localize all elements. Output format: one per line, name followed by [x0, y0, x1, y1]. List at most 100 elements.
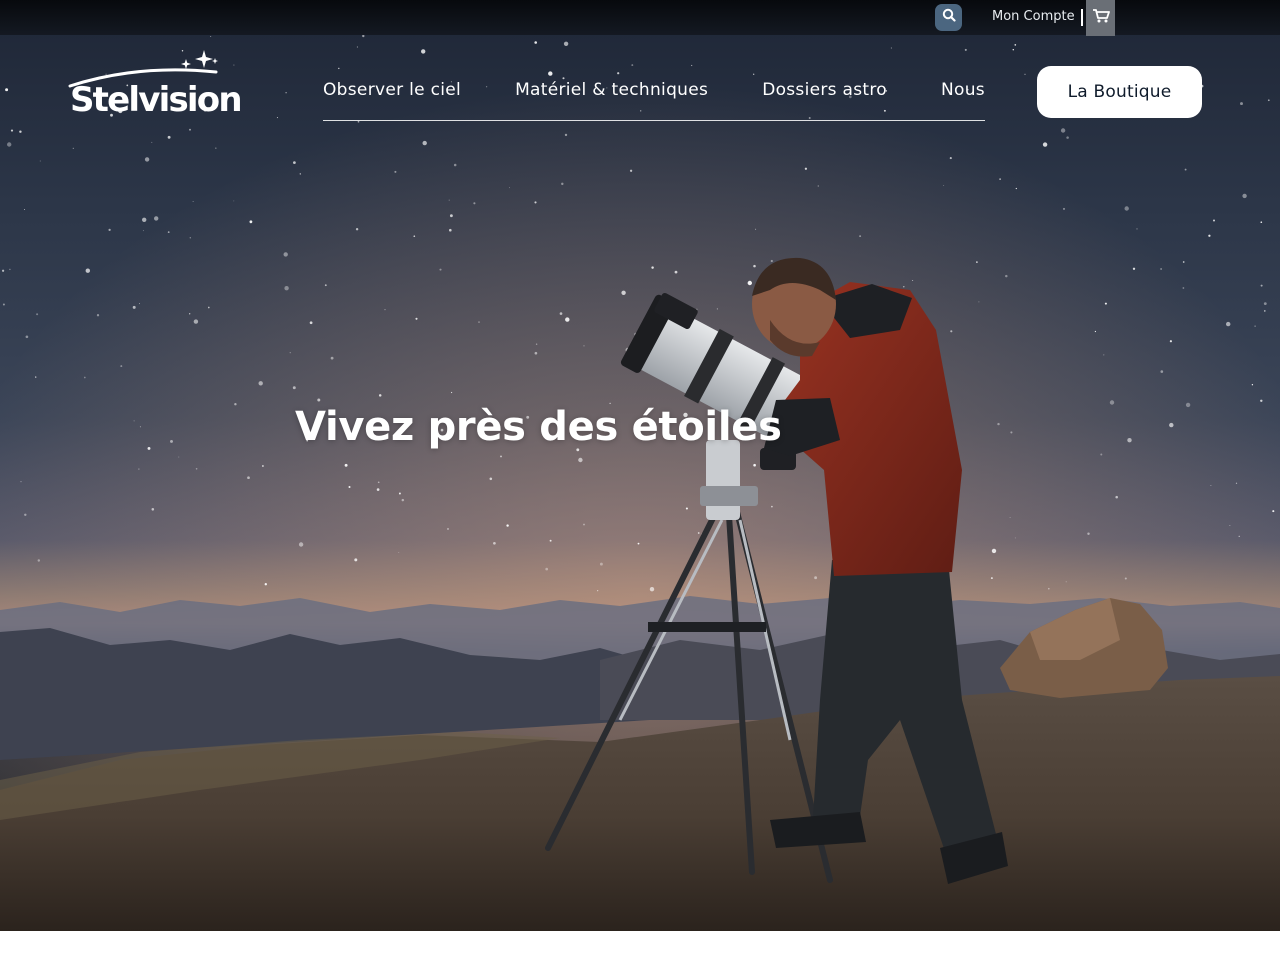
star-decoration — [139, 426, 141, 428]
star-decoration — [1226, 321, 1231, 327]
star-decoration — [943, 184, 945, 186]
star-decoration — [189, 313, 191, 315]
star-decoration — [10, 129, 14, 132]
star-decoration — [378, 394, 382, 397]
star-decoration — [167, 231, 170, 233]
star-decoration — [478, 321, 480, 323]
star-decoration — [489, 477, 493, 481]
star-decoration — [19, 130, 22, 133]
star-decoration — [1263, 302, 1267, 306]
star-decoration — [583, 523, 585, 526]
star-decoration — [1062, 207, 1066, 210]
star-decoration — [1182, 287, 1185, 289]
star-decoration — [535, 343, 538, 345]
star-decoration — [563, 41, 569, 46]
star-decoration — [1094, 330, 1097, 333]
star-decoration — [685, 507, 688, 510]
star-decoration — [1048, 587, 1050, 590]
star-decoration — [770, 259, 773, 263]
star-decoration — [24, 209, 26, 210]
star-decoration — [534, 201, 537, 204]
star-decoration — [449, 214, 453, 218]
star-decoration — [964, 48, 967, 51]
top-bar: Mon Compte — [0, 0, 1280, 36]
star-decoration — [978, 301, 980, 303]
star-decoration — [976, 261, 978, 263]
star-decoration — [1254, 325, 1256, 327]
star-decoration — [207, 306, 210, 309]
star-decoration — [249, 220, 253, 224]
star-decoration — [1169, 422, 1174, 428]
star-decoration — [422, 140, 427, 146]
nav-item-dossiers-astro[interactable]: Dossiers astro — [762, 70, 887, 100]
star-decoration — [189, 237, 191, 239]
star-decoration — [1267, 99, 1270, 102]
topbar-divider — [1081, 9, 1083, 26]
star-decoration — [324, 284, 327, 287]
star-decoration — [357, 120, 360, 123]
shop-button[interactable]: La Boutique — [1037, 66, 1202, 118]
star-decoration — [1240, 102, 1243, 106]
star-decoration — [1136, 228, 1138, 230]
star-decoration — [747, 280, 752, 286]
star-decoration — [96, 314, 100, 317]
star-decoration — [178, 456, 180, 458]
star-decoration — [192, 201, 194, 202]
main-nav: Observer le ciel Matériel & techniques D… — [323, 70, 985, 121]
star-decoration — [401, 498, 405, 502]
star-decoration — [991, 548, 997, 554]
star-decoration — [999, 178, 1001, 180]
star-decoration — [753, 264, 756, 268]
star-decoration — [1014, 537, 1016, 539]
star-decoration — [132, 305, 136, 309]
star-decoration — [1260, 284, 1263, 287]
star-decoration — [1124, 206, 1129, 211]
star-decoration — [1, 269, 5, 272]
star-decoration — [330, 356, 334, 360]
star-decoration — [549, 539, 552, 542]
star-decoration — [578, 457, 583, 463]
star-decoration — [949, 157, 952, 160]
cart-button[interactable] — [1086, 0, 1115, 36]
star-decoration — [9, 268, 11, 271]
star-decoration — [151, 141, 153, 143]
star-decoration — [5, 88, 9, 92]
star-decoration — [309, 321, 313, 325]
star-decoration — [583, 345, 585, 347]
star-decoration — [1060, 128, 1066, 133]
star-decoration — [674, 270, 678, 274]
star-decoration — [1229, 525, 1231, 526]
nav-item-materiel-techniques[interactable]: Matériel & techniques — [515, 70, 708, 100]
star-decoration — [72, 147, 74, 149]
star-decoration — [1103, 354, 1105, 356]
star-decoration — [1184, 168, 1187, 171]
nav-item-nous[interactable]: Nous — [941, 70, 985, 100]
star-decoration — [1182, 261, 1185, 263]
star-decoration — [293, 161, 296, 164]
star-decoration — [120, 365, 123, 368]
star-decoration — [356, 46, 358, 48]
star-decoration — [1260, 399, 1263, 403]
account-link[interactable]: Mon Compte — [992, 9, 1075, 24]
star-decoration — [621, 290, 626, 295]
star-decoration — [1251, 384, 1254, 386]
star-decoration — [859, 235, 862, 238]
star-decoration — [1024, 73, 1026, 75]
star-decoration — [1212, 219, 1216, 222]
star-decoration — [561, 182, 564, 186]
star-decoration — [1012, 48, 1015, 51]
star-decoration — [170, 439, 173, 443]
star-decoration — [189, 128, 191, 131]
star-decoration — [138, 468, 140, 470]
star-decoration — [631, 64, 634, 67]
star-decoration — [20, 481, 22, 483]
star-decoration — [85, 268, 91, 273]
star-decoration — [1109, 400, 1115, 405]
star-decoration — [1169, 340, 1172, 343]
star-decoration — [1210, 485, 1212, 486]
star-decoration — [448, 199, 450, 201]
search-button[interactable] — [935, 4, 962, 31]
nav-item-observer-le-ciel[interactable]: Observer le ciel — [323, 70, 461, 100]
star-decoration — [1160, 268, 1162, 270]
site-logo[interactable]: Stelvision — [68, 50, 243, 122]
